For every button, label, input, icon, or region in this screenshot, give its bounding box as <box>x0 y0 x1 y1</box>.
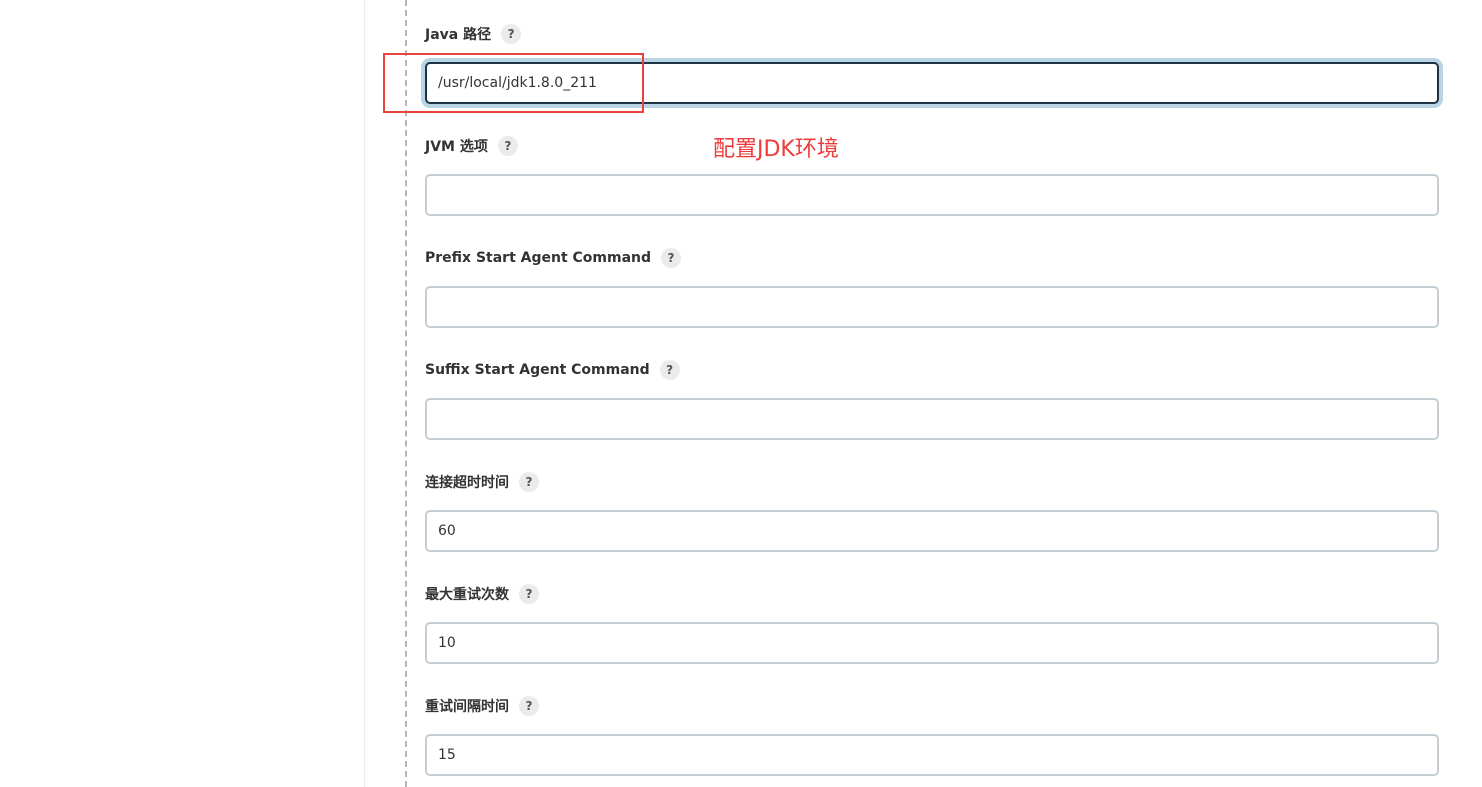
nested-section-guide <box>405 0 407 787</box>
retry-interval-field: 重试间隔时间 ? <box>425 696 1439 776</box>
connection-timeout-input[interactable] <box>425 510 1439 552</box>
connection-timeout-field: 连接超时时间 ? <box>425 472 1439 552</box>
agent-config-page: Java 路径 ? JVM 选项 ? Prefix Start Agent Co… <box>0 0 1482 787</box>
suffix-command-label-text: Suffix Start Agent Command <box>425 362 650 378</box>
max-retries-field: 最大重试次数 ? <box>425 584 1439 664</box>
prefix-command-label-text: Prefix Start Agent Command <box>425 250 652 266</box>
help-icon[interactable]: ? <box>519 584 539 604</box>
annotation-highlight-box <box>383 53 644 113</box>
help-icon[interactable]: ? <box>519 696 539 716</box>
help-icon[interactable]: ? <box>501 24 522 44</box>
jvm-options-label: JVM 选项 ? <box>425 136 1439 156</box>
jvm-options-label-text: JVM 选项 <box>425 139 488 155</box>
max-retries-label-text: 最大重试次数 <box>425 587 509 603</box>
annotation-text: 配置JDK环境 <box>713 137 839 162</box>
max-retries-label: 最大重试次数 ? <box>425 584 1439 604</box>
retry-interval-input[interactable] <box>425 734 1439 776</box>
help-icon[interactable]: ? <box>497 136 518 156</box>
prefix-command-field: Prefix Start Agent Command ? <box>425 248 1439 328</box>
retry-interval-label-text: 重试间隔时间 <box>425 699 509 715</box>
help-icon[interactable]: ? <box>659 360 680 380</box>
prefix-command-label: Prefix Start Agent Command ? <box>425 248 1439 268</box>
sidebar-divider <box>364 0 365 787</box>
help-icon[interactable]: ? <box>661 248 682 268</box>
jvm-options-input[interactable] <box>425 174 1439 216</box>
max-retries-input[interactable] <box>425 622 1439 664</box>
connection-timeout-label-text: 连接超时时间 <box>425 475 509 491</box>
connection-timeout-label: 连接超时时间 ? <box>425 472 1439 492</box>
jvm-options-field: JVM 选项 ? <box>425 136 1439 216</box>
suffix-command-label: Suffix Start Agent Command ? <box>425 360 1439 380</box>
suffix-command-field: Suffix Start Agent Command ? <box>425 360 1439 440</box>
help-icon[interactable]: ? <box>519 472 539 492</box>
prefix-command-input[interactable] <box>425 286 1439 328</box>
suffix-command-input[interactable] <box>425 398 1439 440</box>
retry-interval-label: 重试间隔时间 ? <box>425 696 1439 716</box>
java-path-label: Java 路径 ? <box>425 24 1439 44</box>
java-path-label-text: Java 路径 <box>425 27 492 43</box>
